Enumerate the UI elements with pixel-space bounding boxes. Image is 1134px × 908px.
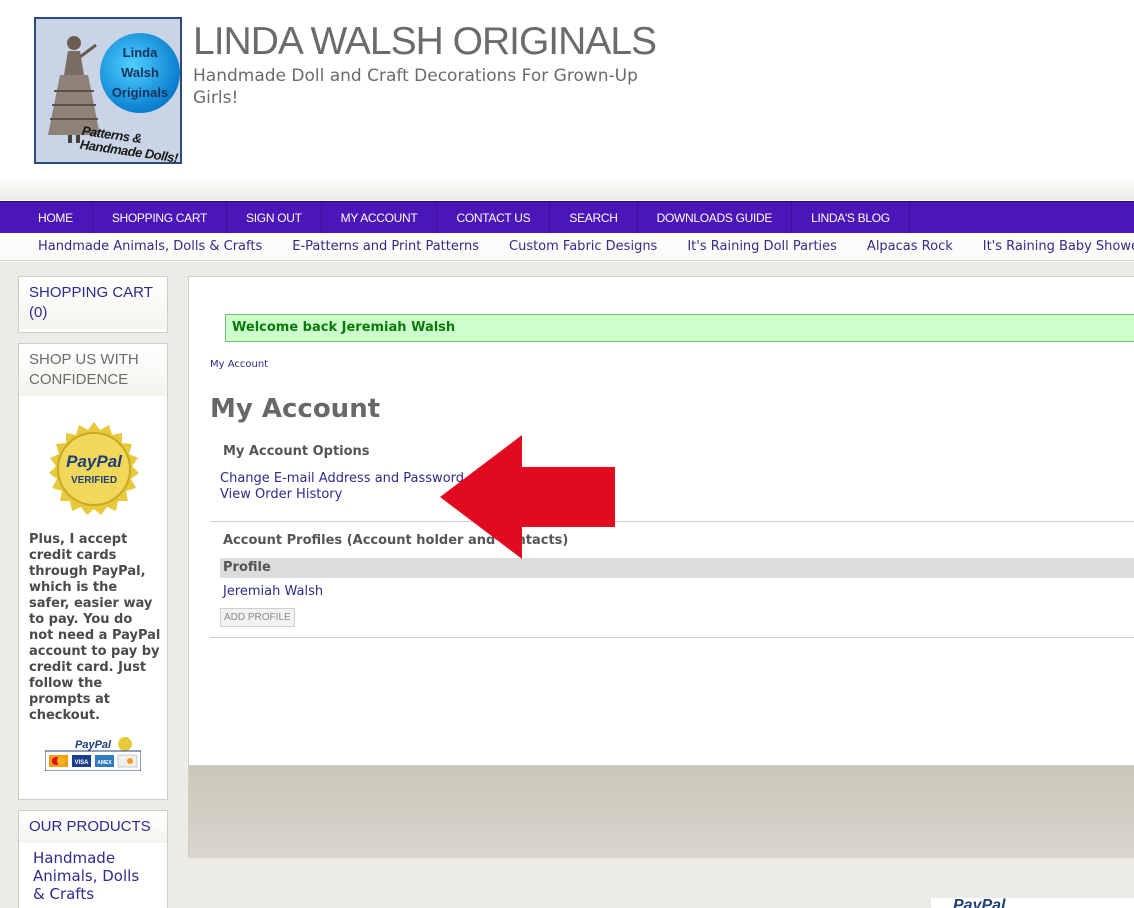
welcome-message: Welcome back Jeremiah Walsh [225,314,1134,342]
sidebar-confidence-header: SHOP US WITH CONFIDENCE [19,344,167,396]
category-link[interactable]: It's Raining Doll Parties [672,239,852,254]
sidebar-cart-box: SHOPPING CART (0) [18,276,168,333]
sidebar-confidence-box: SHOP US WITH CONFIDENCE PayPal VERIFIED … [18,343,168,800]
page-title: My Account [210,394,381,424]
red-arrow-icon [440,435,615,559]
nav-my-account[interactable]: MY ACCOUNT [322,202,438,233]
site-tagline: Handmade Doll and Craft Decorations For … [193,66,638,108]
logo-word: Walsh [121,65,159,80]
site-header: Linda Walsh Originals Patterns & Handmad… [0,0,1134,200]
divider [210,637,1134,638]
nav-search[interactable]: SEARCH [550,202,638,233]
divider [210,521,1134,522]
main-nav: HOME SHOPPING CART SIGN OUT MY ACCOUNT C… [0,201,1134,233]
logo-caption: Patterns & Handmade Dolls! [78,122,179,164]
category-link[interactable]: Handmade Animals, Dolls & Crafts [0,239,277,254]
credit-cards-icon: PayPal VISA AMEX [45,737,141,771]
view-order-history-link[interactable]: View Order History [220,487,342,502]
seal-paypal-text: PayPal [66,452,123,471]
paypal-verified-seal-icon[interactable]: PayPal VERIFIED [45,420,143,518]
sidebar-product-link[interactable]: Handmade Animals, Dolls & Crafts [19,843,167,908]
sidebar-products-header: OUR PRODUCTS [19,811,167,843]
logo-badge: Linda Walsh Originals [100,33,180,113]
nav-contact-us[interactable]: CONTACT US [437,202,551,233]
change-email-password-link[interactable]: Change E-mail Address and Password [220,471,464,486]
nav-downloads-guide[interactable]: DOWNLOADS GUIDE [638,202,793,233]
sidebar-cart-count: (0) [29,304,48,321]
amex-card-text: AMEX [97,760,112,766]
nav-home[interactable]: HOME [0,202,93,233]
category-link[interactable]: Custom Fabric Designs [494,239,672,254]
category-link[interactable]: Alpacas Rock [852,239,968,254]
paypal-footer-text: PayPal [953,898,1006,908]
nav-lindas-blog[interactable]: LINDA'S BLOG [792,202,910,233]
nav-shopping-cart[interactable]: SHOPPING CART [93,202,228,233]
confidence-text: Plus, I accept credit cards through PayP… [29,532,161,723]
logo-word: Originals [111,85,169,100]
paypal-footer-logo: PayPal [931,898,1134,908]
profile-link[interactable]: Jeremiah Walsh [223,584,323,599]
add-profile-button[interactable]: ADD PROFILE [220,608,295,627]
account-content: Welcome back Jeremiah Walsh My Account M… [188,276,1134,766]
account-options-title: My Account Options [223,444,370,459]
content-footer-band [188,766,1134,858]
breadcrumb[interactable]: My Account [210,359,268,370]
logo-word: Linda [122,45,158,60]
sidebar-cart-title: SHOPPING CART [29,284,153,301]
visa-card-text: VISA [74,760,89,766]
cards-paypal-text: PayPal [75,739,112,751]
category-link[interactable]: It's Raining Baby Showers [968,239,1134,254]
category-nav: Handmade Animals, Dolls & Crafts E-Patte… [0,233,1134,261]
profile-column-header: Profile [220,558,1134,578]
nav-sign-out[interactable]: SIGN OUT [227,202,322,233]
sidebar-cart-header[interactable]: SHOPPING CART (0) [19,277,167,329]
site-logo[interactable]: Linda Walsh Originals Patterns & Handmad… [34,17,182,164]
category-link[interactable]: E-Patterns and Print Patterns [277,239,494,254]
site-title[interactable]: LINDA WALSH ORIGINALS [193,20,657,64]
seal-verified-text: VERIFIED [71,475,117,486]
sidebar-products-box: OUR PRODUCTS Handmade Animals, Dolls & C… [18,810,168,908]
